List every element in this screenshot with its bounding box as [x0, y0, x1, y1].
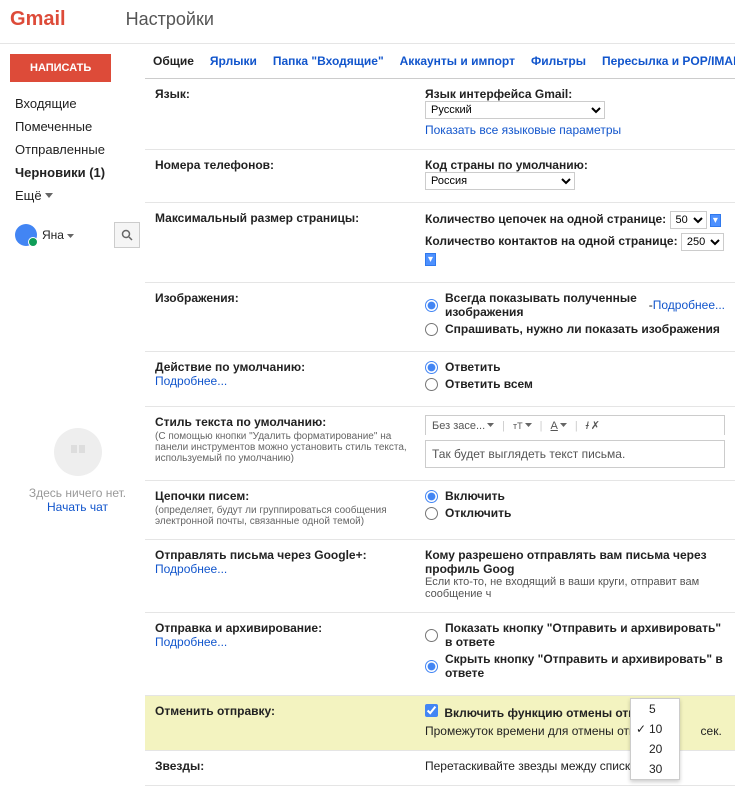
conversation-on-radio[interactable] [425, 490, 438, 503]
country-code-label: Код страны по умолчанию: [425, 158, 588, 172]
images-label: Изображения: [155, 291, 239, 305]
tab[interactable]: Фильтры [523, 44, 594, 78]
search-people-button[interactable] [114, 222, 140, 248]
threads-per-page-label: Количество цепочек на одной странице: [425, 212, 666, 226]
start-chat-link[interactable]: Начать чат [10, 500, 145, 514]
search-icon [121, 229, 133, 241]
default-action-learn-more[interactable]: Подробнее... [155, 374, 227, 388]
reply-all-label: Ответить всем [445, 377, 533, 391]
gplus-learn-more[interactable]: Подробнее... [155, 562, 227, 576]
images-ask-label: Спрашивать, нужно ли показать изображени… [445, 322, 720, 336]
text-preview: Так будет выглядеть текст письма. [425, 440, 725, 468]
chevron-down-icon [560, 423, 567, 428]
text-style-label: Стиль текста по умолчанию: [155, 415, 326, 429]
settings-tabs: ОбщиеЯрлыкиПапка "Входящие"Аккаунты и им… [145, 44, 735, 79]
avatar[interactable] [15, 224, 37, 246]
sidebar-item[interactable]: Черновики (1) [10, 161, 145, 184]
conversation-off-label: Отключить [445, 506, 511, 520]
default-action-label: Действие по умолчанию: [155, 360, 305, 374]
hangouts-empty-text: Здесь ничего нет. [10, 486, 145, 500]
tab[interactable]: Аккаунты и импорт [392, 44, 523, 78]
username[interactable]: Яна [42, 228, 114, 242]
reply-label: Ответить [445, 360, 500, 374]
undo-period-option[interactable]: 30 [631, 759, 679, 779]
compose-button[interactable]: НАПИСАТЬ [10, 54, 111, 82]
undo-send-label: Отменить отправку: [155, 704, 275, 718]
text-color-select[interactable]: A [551, 420, 567, 432]
tab[interactable]: Ярлыки [202, 44, 265, 78]
undo-period-sec: сек. [701, 724, 722, 738]
gplus-text2: Если кто-то, не входящий в ваши круги, о… [425, 576, 725, 600]
remove-formatting-button[interactable]: I✗ [586, 419, 600, 432]
conversation-off-radio[interactable] [425, 507, 438, 520]
hangouts-icon [54, 428, 102, 476]
tab[interactable]: Общие [145, 44, 202, 78]
contacts-per-page-label: Количество контактов на одной странице: [425, 234, 678, 248]
sidebar: НАПИСАТЬ ВходящиеПомеченныеОтправленныеЧ… [0, 44, 145, 786]
hide-send-archive-label: Скрыть кнопку "Отправить и архивировать"… [445, 652, 725, 680]
sidebar-item[interactable]: Входящие [10, 92, 145, 115]
chevron-down-icon [45, 193, 53, 199]
text-style-sub: (С помощью кнопки "Удалить форматировани… [155, 431, 425, 464]
undo-period-option[interactable]: 20 [631, 739, 679, 759]
more-menu[interactable]: Ещё [10, 184, 145, 207]
undo-period-dropdown: 5102030 [630, 698, 680, 780]
hide-send-archive-radio[interactable] [425, 660, 438, 673]
conversation-on-label: Включить [445, 489, 505, 503]
undo-period-option[interactable]: 10 [631, 719, 679, 739]
interface-lang-label: Язык интерфейса Gmail: [425, 87, 572, 101]
show-all-languages-link[interactable]: Показать все языковые параметры [425, 123, 725, 137]
conversation-label: Цепочки писем: [155, 489, 249, 503]
images-always-label: Всегда показывать полученные изображения [445, 291, 649, 319]
threads-count-select[interactable]: 50 [670, 211, 707, 229]
undo-send-checkbox[interactable] [425, 704, 438, 717]
images-learn-more[interactable]: Подробнее... [653, 298, 725, 312]
reply-radio[interactable] [425, 361, 438, 374]
font-select[interactable]: Без засе... [432, 420, 494, 432]
dropdown-icon[interactable]: ▾ [425, 253, 436, 266]
chevron-down-icon [487, 423, 494, 428]
chevron-down-icon [67, 234, 74, 239]
language-label: Язык: [155, 87, 190, 101]
sidebar-item[interactable]: Помеченные [10, 115, 145, 138]
dropdown-icon[interactable]: ▾ [710, 214, 721, 227]
chevron-down-icon [525, 423, 532, 428]
country-select[interactable]: Россия [425, 172, 575, 190]
phones-label: Номера телефонов: [155, 158, 274, 172]
gplus-text1: Кому разрешено отправлять вам письма чер… [425, 548, 725, 576]
images-always-radio[interactable] [425, 299, 438, 312]
page-title: Настройки [126, 9, 214, 30]
more-label: Ещё [15, 188, 42, 203]
stars-label: Звезды: [155, 759, 204, 773]
text-style-toolbar: Без засе... | тТ | A | I✗ [425, 415, 725, 435]
tab[interactable]: Пересылка и POP/IMAP [594, 44, 735, 78]
tab[interactable]: Папка "Входящие" [265, 44, 392, 78]
reply-all-radio[interactable] [425, 378, 438, 391]
gplus-label: Отправлять письма через Google+: [155, 548, 367, 562]
send-archive-label: Отправка и архивирование: [155, 621, 322, 635]
sidebar-item[interactable]: Отправленные [10, 138, 145, 161]
stars-text: Перетаскивайте звезды между списками. П [425, 759, 725, 773]
show-send-archive-radio[interactable] [425, 629, 438, 642]
pagesize-label: Максимальный размер страницы: [155, 211, 359, 225]
send-archive-learn-more[interactable]: Подробнее... [155, 635, 227, 649]
undo-period-option[interactable]: 5 [631, 699, 679, 719]
images-ask-radio[interactable] [425, 323, 438, 336]
conversation-sub: (определяет, будут ли группироваться соо… [155, 505, 425, 527]
contacts-count-select[interactable]: 250 [681, 233, 724, 251]
gmail-logo[interactable]: Gmail [10, 8, 66, 31]
show-send-archive-label: Показать кнопку "Отправить и архивироват… [445, 621, 725, 649]
font-size-select[interactable]: тТ [513, 421, 532, 431]
language-select[interactable]: Русский [425, 101, 605, 119]
